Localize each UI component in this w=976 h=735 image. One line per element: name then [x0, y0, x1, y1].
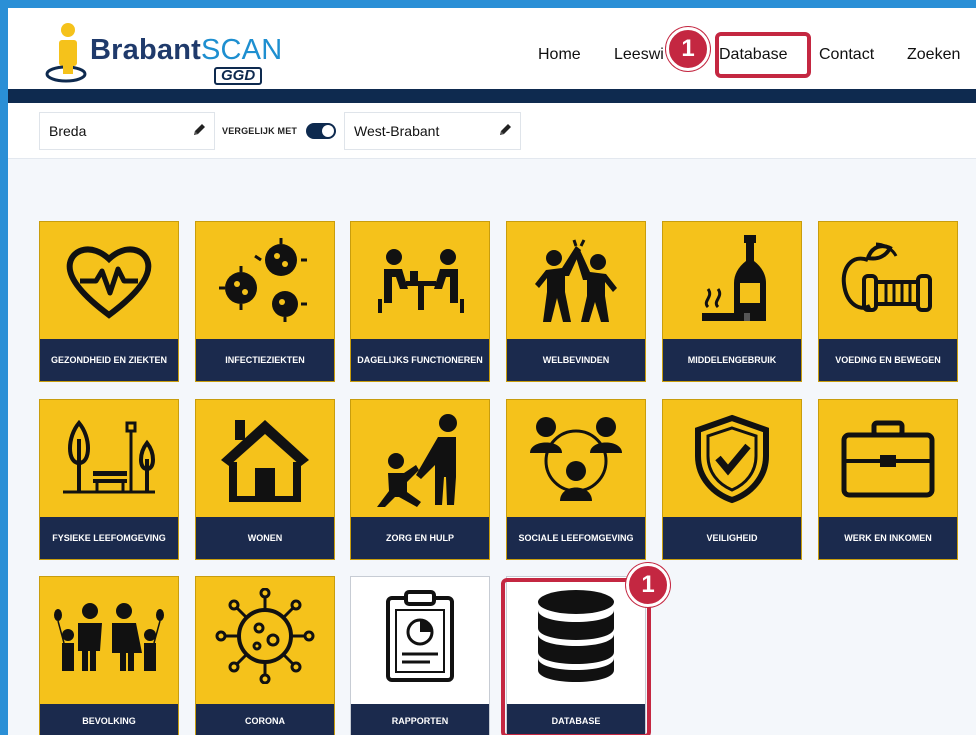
tile-voeding-bewegen[interactable]: VOEDING EN BEWEGEN	[818, 221, 958, 382]
clipboard-chart-icon	[386, 590, 454, 682]
bottle-cigarette-icon	[702, 235, 766, 321]
logo-wordmark: BrabantSCAN	[90, 34, 282, 67]
tile-label: VEILIGHEID	[663, 517, 801, 559]
tile-bevolking[interactable]: BEVOLKING	[39, 576, 179, 735]
toggle-knob	[322, 125, 334, 137]
virus-icon	[219, 238, 307, 322]
briefcase-icon	[841, 420, 935, 498]
nav-database[interactable]: Database	[719, 46, 788, 64]
pencil-icon[interactable]	[497, 122, 513, 138]
tile-label: BEVOLKING	[40, 704, 178, 735]
shield-check-icon	[695, 414, 769, 504]
tile-sociale-leefomgeving[interactable]: SOCIALE LEEFOMGEVING	[506, 399, 646, 560]
compare-toggle[interactable]	[306, 123, 336, 139]
logo-scan: SCAN	[200, 34, 283, 66]
tile-zorg-hulp[interactable]: ZORG EN HULP	[350, 399, 490, 560]
tile-wonen[interactable]: WONEN	[195, 399, 335, 560]
step-badge-tile: 1	[626, 563, 670, 607]
tile-label: GEZONDHEID EN ZIEKTEN	[40, 339, 178, 381]
nav-zoeken[interactable]: Zoeken	[907, 46, 960, 64]
house-icon	[221, 420, 309, 502]
database-tile-highlight	[501, 578, 651, 735]
step-badge-nav: 1	[666, 27, 710, 71]
logo-brand: Brabant	[90, 34, 201, 66]
compare-label: VERGELIJK MET	[222, 126, 298, 136]
coronavirus-icon	[215, 588, 315, 684]
family-icon	[54, 603, 164, 671]
tile-dagelijks-functioneren[interactable]: DAGELIJKS FUNCTIONEREN	[350, 221, 490, 382]
tile-label: MIDDELENGEBRUIK	[663, 339, 801, 381]
high-five-icon	[535, 239, 617, 322]
apple-dumbbell-icon	[841, 242, 932, 312]
caregiver-icon	[377, 414, 457, 507]
tile-label: WELBEVINDEN	[507, 339, 645, 381]
tile-label: DAGELIJKS FUNCTIONEREN	[351, 339, 489, 381]
tile-label: ZORG EN HULP	[351, 517, 489, 559]
tile-corona[interactable]: CORONA	[195, 576, 335, 735]
ggd-logo: GGD	[214, 67, 263, 85]
tile-label: FYSIEKE LEEFOMGEVING	[40, 517, 178, 559]
social-network-icon	[530, 417, 622, 501]
tile-label: SOCIALE LEEFOMGEVING	[507, 517, 645, 559]
tile-veiligheid[interactable]: VEILIGHEID	[662, 399, 802, 560]
tile-label: INFECTIEZIEKTEN	[196, 339, 334, 381]
header-stripe	[8, 89, 976, 103]
tile-infectieziekten[interactable]: INFECTIEZIEKTEN	[195, 221, 335, 382]
location-compare-value: West-Brabant	[354, 123, 440, 139]
park-bench-icon	[63, 419, 155, 494]
nav-home[interactable]: Home	[538, 46, 581, 64]
tile-label: WERK EN INKOMEN	[819, 517, 957, 559]
tile-label: WONEN	[196, 517, 334, 559]
people-table-icon	[378, 249, 464, 313]
tile-label: VOEDING EN BEWEGEN	[819, 339, 957, 381]
location-selector-primary[interactable]: Breda	[39, 112, 215, 150]
tile-label: CORONA	[196, 704, 334, 735]
tile-gezondheid[interactable]: GEZONDHEID EN ZIEKTEN	[39, 221, 179, 382]
tile-werk-inkomen[interactable]: WERK EN INKOMEN	[818, 399, 958, 560]
site-header: BrabantSCAN GGD Home Leeswi Database Con…	[8, 8, 976, 89]
nav-leeswijzer[interactable]: Leeswi	[614, 46, 664, 64]
tile-middelengebruik[interactable]: MIDDELENGEBRUIK	[662, 221, 802, 382]
nav-contact[interactable]: Contact	[819, 46, 874, 64]
pencil-icon[interactable]	[191, 122, 207, 138]
location-primary-value: Breda	[49, 123, 87, 139]
tile-label: RAPPORTEN	[351, 704, 489, 735]
tile-rapporten[interactable]: RAPPORTEN	[350, 576, 490, 735]
brabantscan-logo[interactable]: BrabantSCAN GGD	[44, 20, 282, 90]
tile-welbevinden[interactable]: WELBEVINDEN	[506, 221, 646, 382]
location-selector-compare[interactable]: West-Brabant	[344, 112, 521, 150]
heart-pulse-icon	[66, 246, 152, 319]
person-pin-icon	[45, 23, 87, 83]
tile-fysieke-leefomgeving[interactable]: FYSIEKE LEEFOMGEVING	[39, 399, 179, 560]
